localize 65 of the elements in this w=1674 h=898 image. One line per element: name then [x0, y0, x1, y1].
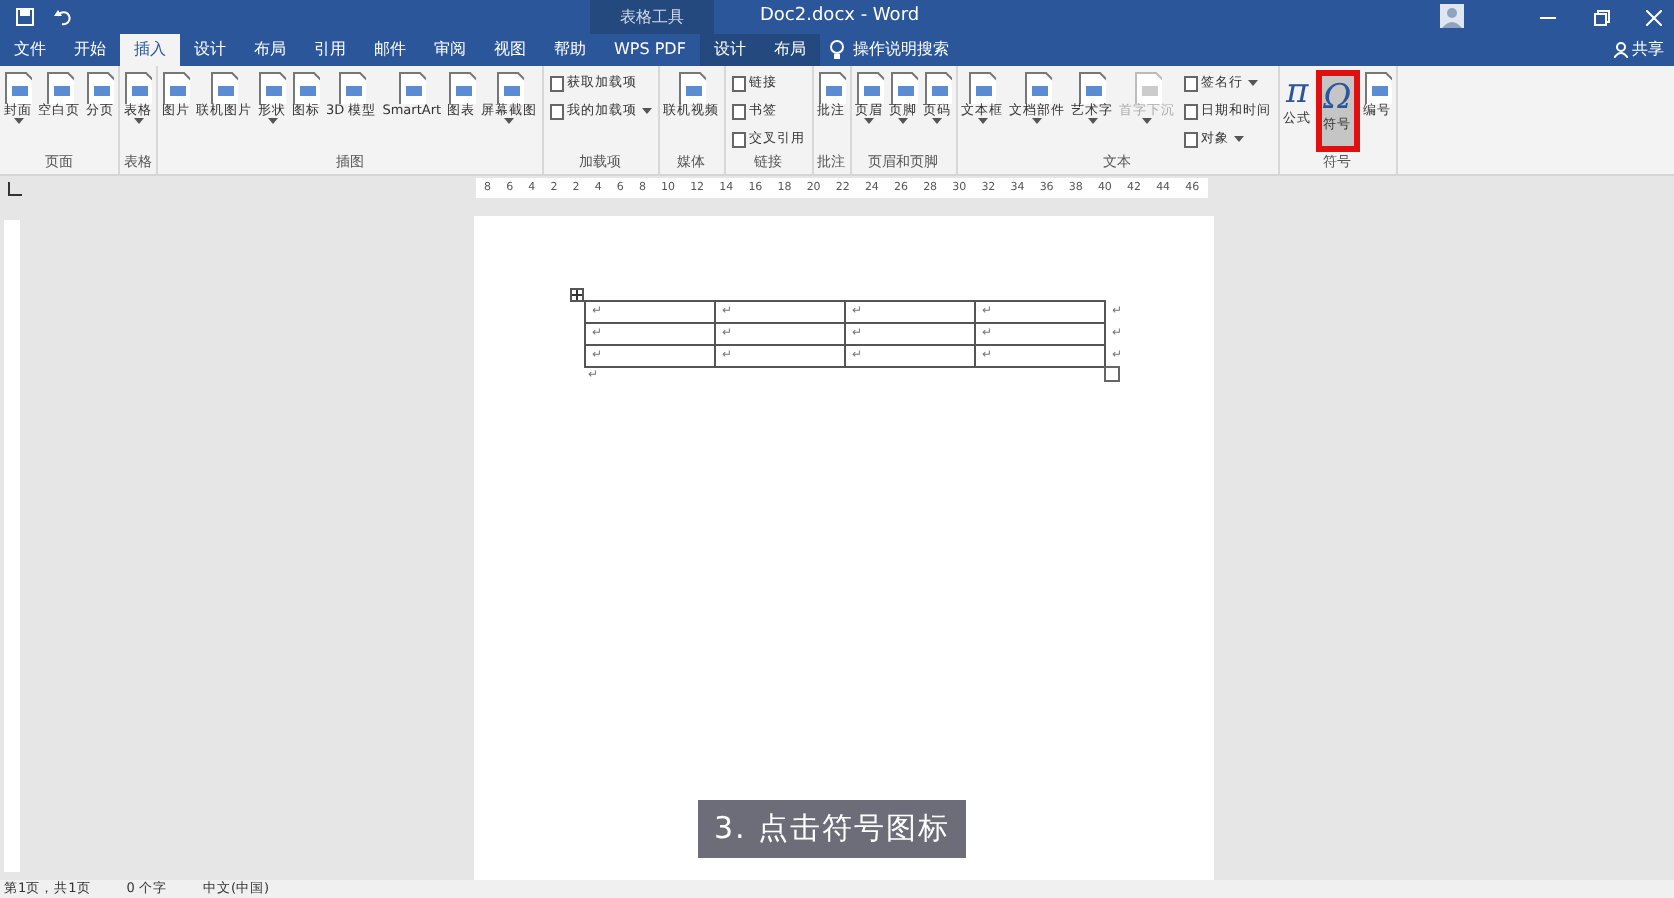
page-icon — [495, 72, 524, 104]
caret-icon — [641, 108, 652, 114]
ribbon-tab[interactable]: 邮件 — [360, 34, 420, 66]
caret-icon — [1087, 118, 1098, 125]
resize-handle[interactable] — [1104, 366, 1120, 382]
search-field[interactable]: 操作说明搜索 — [848, 36, 989, 64]
caption-text: 3. 点击符号图标 — [698, 800, 967, 857]
page-icon — [210, 72, 238, 104]
page-icon — [1078, 72, 1107, 104]
undo-icon — [54, 8, 72, 26]
ribbon-tab[interactable]: WPS PDF — [600, 34, 700, 66]
symbol-glyph: π — [1285, 72, 1309, 112]
ribbon-tab[interactable]: 引用 — [300, 34, 360, 66]
caret-icon — [864, 118, 875, 125]
page-icon — [397, 72, 426, 104]
person-icon — [1613, 42, 1627, 58]
close-icon — [1646, 10, 1662, 26]
ribbon-tab[interactable]: 设计 — [180, 34, 240, 66]
ribbon-tab[interactable]: 布局 — [240, 34, 300, 66]
ribbon-tab[interactable]: 视图 — [480, 34, 540, 66]
table-move-handle-icon — [570, 288, 584, 302]
caret-icon — [1032, 118, 1043, 125]
caret-icon — [133, 118, 143, 125]
page-icon — [855, 72, 884, 104]
avatar-icon — [1440, 4, 1464, 28]
caret-icon — [932, 118, 943, 125]
page-icon — [968, 72, 997, 104]
symbol-glyph: Ω — [1323, 78, 1352, 118]
page-icon — [677, 72, 706, 104]
ribbon-tab[interactable]: 布局 — [759, 34, 820, 66]
page-icon — [162, 72, 190, 104]
lightbulb-icon — [829, 40, 844, 60]
caret-icon — [504, 118, 515, 125]
context-tab-label: 表格工具 — [590, 0, 714, 34]
ribbon-tab[interactable]: 审阅 — [420, 34, 480, 66]
save-icon — [16, 8, 34, 26]
caret-icon — [1247, 80, 1258, 86]
page-icon — [124, 72, 152, 104]
page-icon — [258, 72, 286, 104]
page-icon — [889, 72, 918, 104]
page-icon — [923, 72, 952, 104]
ribbon-tab[interactable]: 设计 — [699, 34, 760, 66]
page-icon — [817, 72, 846, 104]
page-icon — [1133, 72, 1162, 104]
ribbon-tab[interactable]: 插入 — [120, 34, 180, 66]
tab-stop-selector[interactable] — [8, 181, 22, 195]
window-title: Doc2.docx - Word — [760, 4, 920, 30]
caret-icon — [898, 118, 909, 125]
caret-icon — [977, 118, 988, 125]
page-icon — [1023, 72, 1052, 104]
page-icon — [45, 72, 73, 104]
share-button[interactable]: 共享 — [1632, 38, 1664, 62]
page-icon — [337, 72, 366, 104]
ribbon-tab[interactable]: 开始 — [60, 34, 120, 66]
page-icon — [1363, 72, 1392, 104]
caret-icon — [1233, 136, 1244, 142]
caret-icon — [267, 118, 277, 125]
ribbon-tab[interactable]: 帮助 — [540, 34, 600, 66]
caret-icon — [1142, 118, 1153, 125]
page-icon — [292, 72, 320, 104]
restore-icon — [1594, 10, 1610, 26]
page-icon — [447, 72, 476, 104]
caret-icon — [13, 118, 23, 125]
ribbon-tab[interactable]: 文件 — [0, 34, 60, 66]
page-icon — [86, 72, 114, 104]
